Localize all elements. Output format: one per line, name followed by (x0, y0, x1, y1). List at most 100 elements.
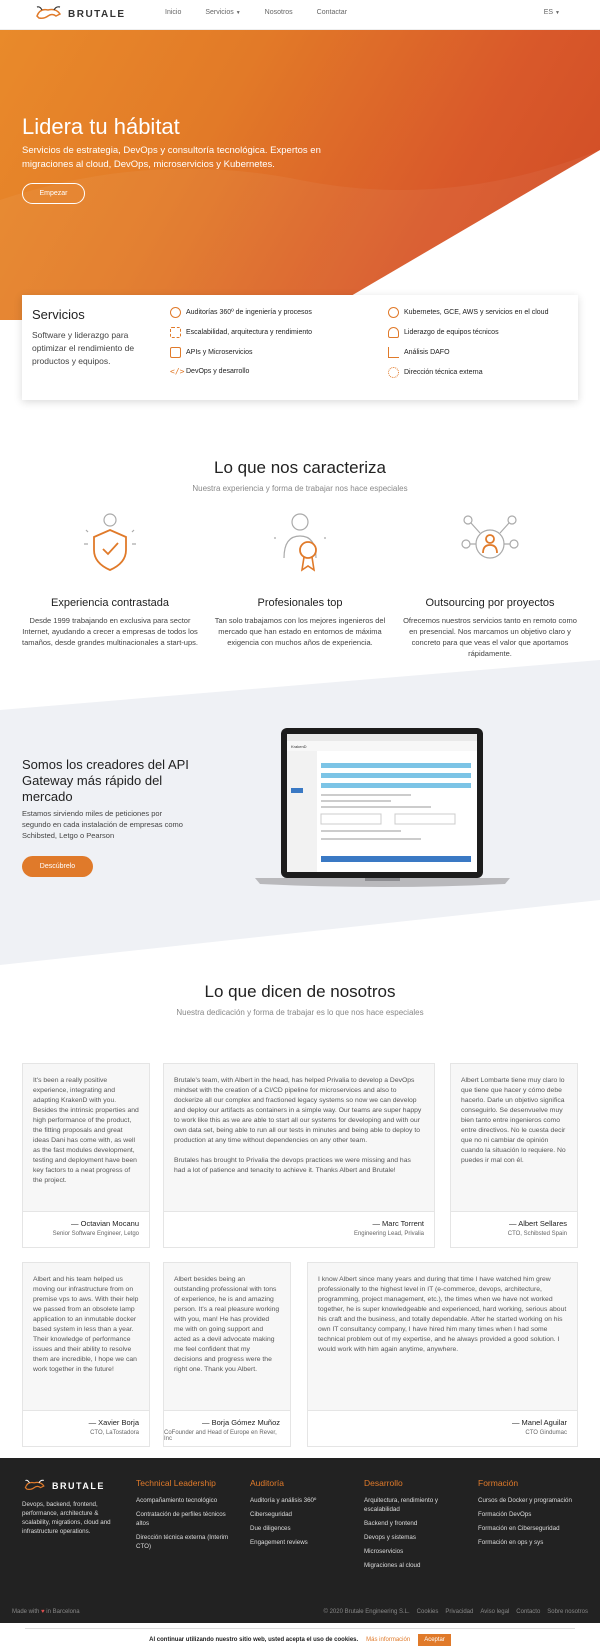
cookie-more-info-link[interactable]: Más información (366, 1637, 410, 1643)
footer-brand: BRUTALE (52, 1481, 105, 1491)
hero-subtitle: Servicios de estrategia, DevOps y consul… (22, 145, 321, 170)
footer-col-audit: Auditoría Auditoría y análisis 360º Cibe… (250, 1478, 350, 1552)
footer-legal-links: © 2020 Brutale Engineering S.L. Cookies … (324, 1609, 589, 1615)
footer-link[interactable]: Cursos de Docker y programación (478, 1496, 588, 1505)
service-item-external-cto[interactable]: Dirección técnica externa (388, 367, 483, 378)
cookie-banner: Al continuar utilizando nuestro sitio we… (25, 1628, 575, 1651)
feature-text: Tan solo trabajamos con los mejores inge… (214, 616, 386, 647)
footer-link[interactable]: Ciberseguridad (250, 1510, 350, 1519)
feature-professionals: Profesionales top Tan solo trabajamos co… (210, 510, 390, 648)
testimonial-author: — Albert Sellares (509, 1219, 567, 1228)
testimonial-role: CTO Gindumac (525, 1430, 567, 1436)
testimonial-footer: — Borja Gómez Muñoz CoFounder and Head o… (164, 1410, 290, 1446)
feature-title: Profesionales top (257, 597, 343, 609)
api-text: Estamos sirviendo miles de peticiones po… (22, 809, 183, 840)
testimonial-footer: — Albert Sellares CTO, Schibsted Spain (451, 1211, 577, 1247)
testimonial-text: I know Albert since many years and durin… (318, 1276, 567, 1353)
testimonial-text: Albert and his team helped us moving our… (33, 1276, 139, 1373)
footer-link[interactable]: Formación DevOps (478, 1510, 588, 1519)
footer-col-leadership: Technical Leadership Acompañamiento tecn… (136, 1478, 236, 1556)
footer-link-cookies[interactable]: Cookies (417, 1609, 439, 1615)
testimonial-card: Albert Lombarte tiene muy claro lo que t… (450, 1063, 578, 1248)
footer-link[interactable]: Formación en ops y sys (478, 1538, 588, 1547)
service-item-devops[interactable]: </> DevOps y desarrollo (170, 367, 249, 376)
services-description: Software y liderazgo para optimizar el r… (32, 330, 135, 366)
footer-logo[interactable]: BRUTALE (22, 1478, 105, 1494)
feature-text: Desde 1999 trabajando en exclusiva para … (22, 616, 198, 647)
laptop-image: KrakenD (255, 728, 510, 887)
nav-link-inicio[interactable]: Inicio (165, 9, 181, 16)
service-item-scalability[interactable]: Escalabilidad, arquitectura y rendimient… (170, 327, 312, 338)
expand-icon (170, 327, 181, 338)
chevron-down-icon: ▼ (235, 10, 241, 16)
services-title: Servicios (32, 307, 85, 322)
testimonial-author: — Manel Aguilar (511, 1418, 567, 1427)
feature-title: Experiencia contrastada (50, 597, 169, 609)
testimonials-title: Lo que dicen de nosotros (204, 982, 396, 1001)
footer-link[interactable]: Migraciones al cloud (364, 1561, 454, 1570)
testimonials-subtitle: Nuestra dedicación y forma de trabajar e… (176, 1008, 424, 1017)
services-card: Servicios Software y liderazgo para opti… (22, 295, 578, 400)
testimonial-role: Engineering Lead, Privalia (353, 1231, 424, 1237)
made-in-barcelona: Made with ♥ in Barcelona (12, 1609, 80, 1615)
nav-link-contactar[interactable]: Contactar (317, 9, 347, 16)
testimonial-text: It's been a really positive experience, … (33, 1077, 139, 1184)
network-person-icon (461, 515, 519, 559)
testimonial-text: Albert Lombarte tiene muy claro lo que t… (461, 1077, 566, 1164)
footer-link-legal[interactable]: Aviso legal (480, 1609, 509, 1615)
hero-section: Lidera tu hábitat Servicios de estrategi… (0, 30, 600, 320)
footer-link[interactable]: Auditoría y análisis 360º (250, 1496, 350, 1505)
gear-icon (388, 367, 399, 378)
feature-title: Outsourcing por proyectos (425, 597, 555, 609)
testimonial-card: Albert besides being an outstanding prof… (163, 1262, 291, 1447)
feature-outsourcing: Outsourcing por proyectos Ofrecemos nues… (400, 510, 580, 659)
footer-link-privacy[interactable]: Privacidad (445, 1609, 473, 1615)
cookie-text: Al continuar utilizando nuestro sitio we… (149, 1637, 359, 1643)
testimonial-card: I know Albert since many years and durin… (307, 1262, 578, 1447)
feature-experience: Experiencia contrastada Desde 1999 traba… (20, 510, 200, 648)
service-item-apis[interactable]: APIs y Microservicios (170, 347, 253, 358)
feature-text: Ofrecemos nuestros servicios tanto en re… (403, 616, 577, 658)
top-nav: BRUTALE Inicio Servicios ▼ Nosotros Cont… (0, 0, 600, 30)
cookie-accept-button[interactable]: Aceptar (418, 1634, 451, 1646)
hero-background-shape (0, 150, 600, 320)
testimonial-footer: — Manel Aguilar CTO Gindumac (308, 1410, 577, 1446)
footer-col-training: Formación Cursos de Docker y programació… (478, 1478, 588, 1552)
footer-link-about[interactable]: Sobre nosotros (547, 1609, 588, 1615)
language-selector[interactable]: ES ▼ (544, 9, 560, 16)
testimonial-text: Albert besides being an outstanding prof… (174, 1276, 280, 1373)
service-item-audits[interactable]: Auditorías 360º de ingeniería y procesos (170, 307, 312, 318)
footer-col-title: Desarrollo (364, 1478, 403, 1488)
footer-link-contact[interactable]: Contacto (516, 1609, 540, 1615)
footer-link[interactable]: Microservicios (364, 1547, 454, 1556)
start-button[interactable]: Empezar (22, 183, 85, 204)
footer-link[interactable]: Contratación de perfiles técnicos altos (136, 1510, 236, 1528)
footer-link[interactable]: Acompañamiento tecnológico (136, 1496, 236, 1505)
service-item-dafo[interactable]: Análisis DAFO (388, 347, 450, 358)
testimonial-role: CTO, LaTostadora (90, 1430, 139, 1436)
bull-logo-icon (36, 6, 62, 19)
testimonial-footer: — Marc Torrent Engineering Lead, Privali… (164, 1211, 434, 1247)
service-item-kubernetes[interactable]: Kubernetes, GCE, AWS y servicios en el c… (388, 307, 548, 318)
discover-button[interactable]: Descúbrelo (22, 856, 93, 877)
testimonial-author: — Octavian Mocanu (71, 1219, 139, 1228)
footer-link[interactable]: Dirección técnica externa (Interim CTO) (136, 1533, 236, 1551)
footer-link[interactable]: Formación en Ciberseguridad (478, 1524, 588, 1533)
screen-brand: KrakenD (291, 744, 307, 749)
api-title: Somos los creadores del API Gateway más … (22, 757, 189, 804)
stopwatch-icon (170, 307, 181, 318)
footer-link[interactable]: Devops y sistemas (364, 1533, 454, 1542)
testimonial-text: Brutale's team, with Albert in the head,… (174, 1077, 422, 1174)
nav-link-servicios[interactable]: Servicios ▼ (205, 9, 240, 16)
testimonial-footer: — Xavier Borja CTO, LaTostadora (23, 1410, 149, 1446)
nav-link-nosotros[interactable]: Nosotros (265, 9, 293, 16)
brand-logo[interactable]: BRUTALE (34, 4, 126, 24)
footer-link[interactable]: Engagement reviews (250, 1538, 350, 1547)
footer-link[interactable]: Due diligences (250, 1524, 350, 1533)
footer-link[interactable]: Backend y frontend (364, 1519, 454, 1528)
footer-description: Devops, backend, frontend, performance, … (22, 1501, 111, 1535)
footer-link[interactable]: Arquitectura, rendimiento y escalabilida… (364, 1496, 454, 1514)
service-item-leadership[interactable]: Liderazgo de equipos técnicos (388, 327, 499, 338)
chevron-down-icon: ▼ (555, 10, 560, 16)
testimonial-card: Albert and his team helped us moving our… (22, 1262, 150, 1447)
